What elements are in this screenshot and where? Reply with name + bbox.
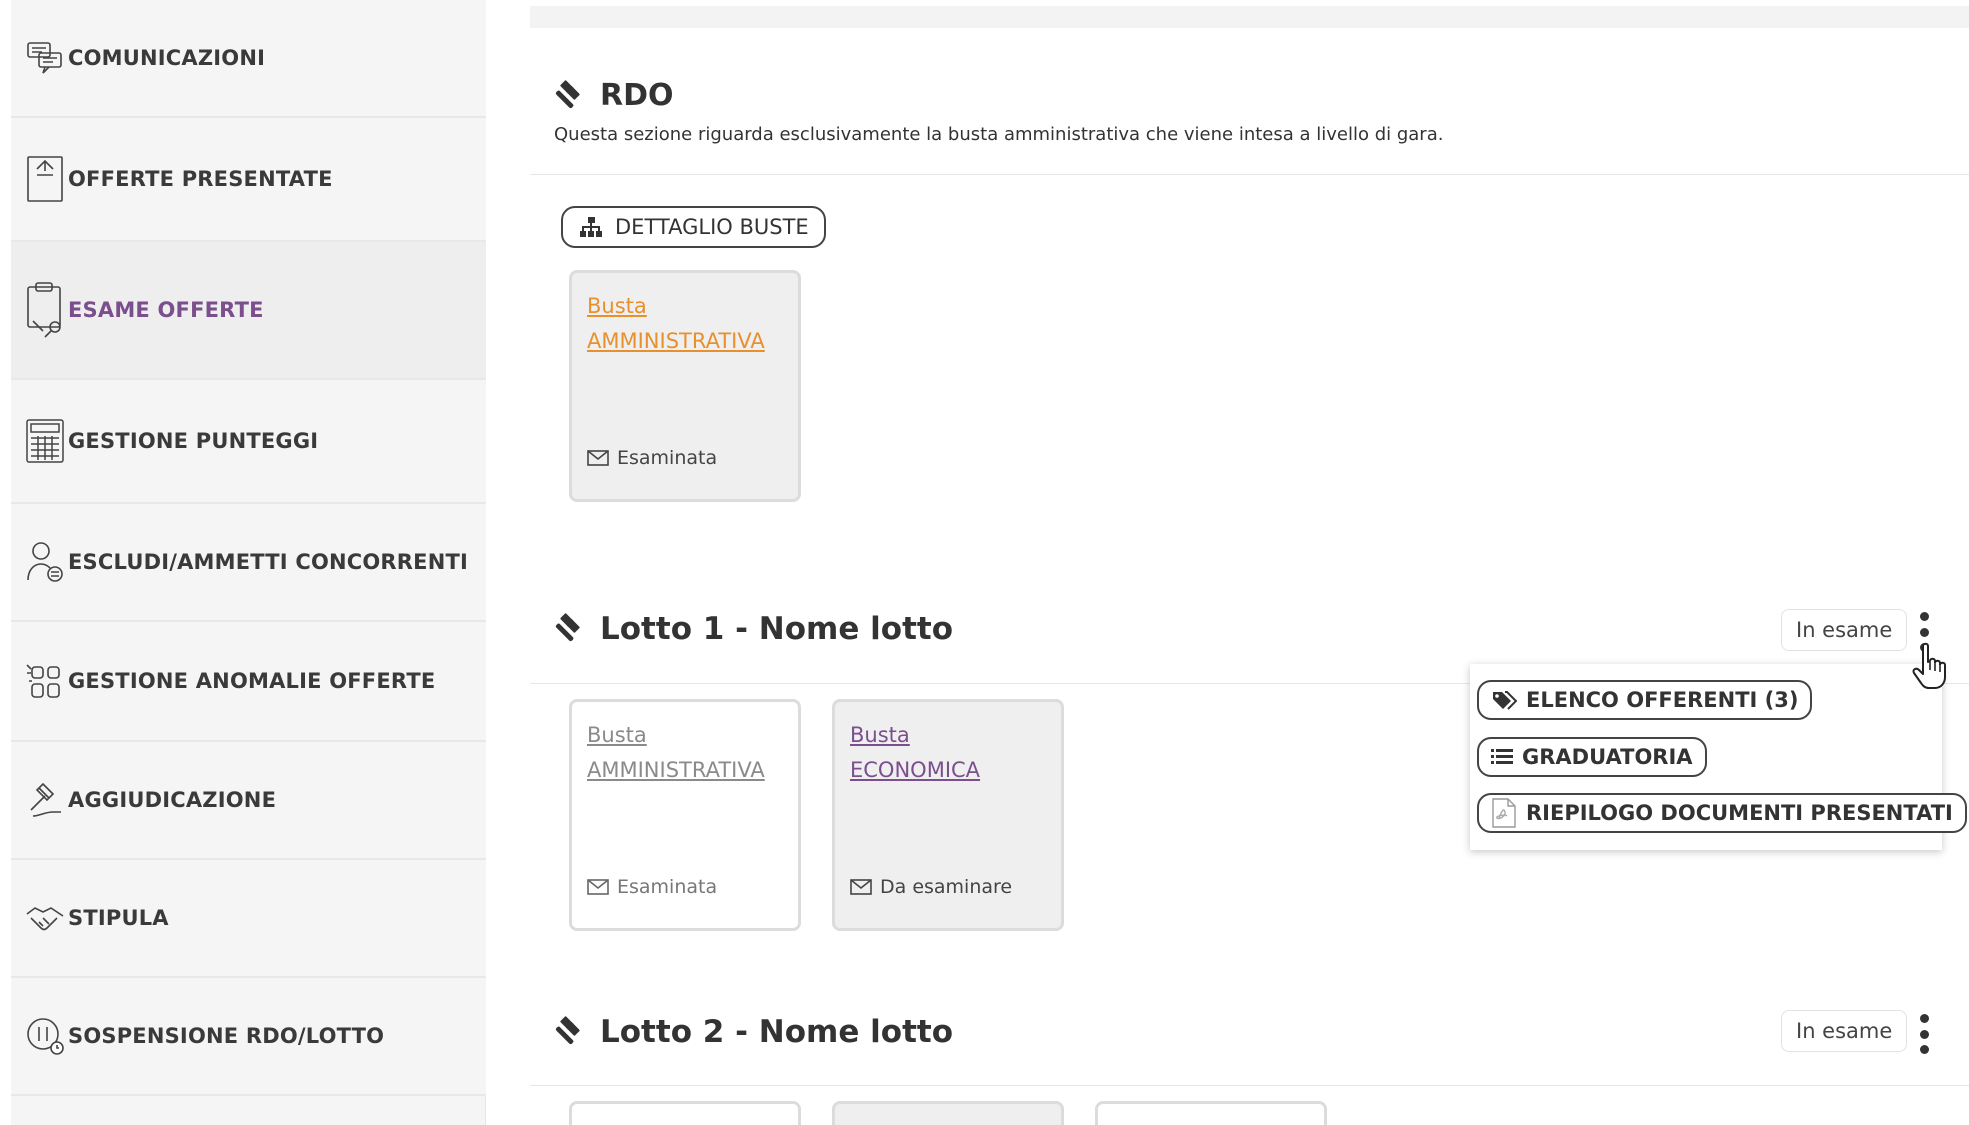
busta-status: Esaminata xyxy=(587,447,717,469)
gavel-icon xyxy=(555,1016,580,1045)
pause-clock-icon xyxy=(23,1014,67,1058)
sidebar-item-label: ESAME OFFERTE xyxy=(68,298,264,322)
divider xyxy=(530,174,1969,175)
calculator-icon xyxy=(23,419,67,463)
menu-item-label: GRADUATORIA xyxy=(1522,745,1693,769)
handshake-icon xyxy=(23,896,67,940)
sidebar-item-gestione-anomalie[interactable]: GESTIONE ANOMALIE OFFERTE xyxy=(11,622,486,742)
lotto2-card[interactable] xyxy=(832,1101,1064,1125)
main-content: RDO Questa sezione riguarda esclusivamen… xyxy=(530,0,1969,1125)
graduatoria-button[interactable]: GRADUATORIA xyxy=(1477,737,1707,777)
menu-item-label: ELENCO OFFERENTI (3) xyxy=(1526,688,1799,712)
dettaglio-buste-label: DETTAGLIO BUSTE xyxy=(615,215,809,239)
lotto2-kebab-menu-icon[interactable] xyxy=(1918,1014,1930,1054)
lotto1-actions-menu: ELENCO OFFERENTI (3) GRADUATORIA RIEPILO… xyxy=(1470,664,1967,850)
busta-status-text: Esaminata xyxy=(617,447,718,469)
busta-status: Esaminata xyxy=(587,876,717,898)
sidebar-item-gestione-punteggi[interactable]: GESTIONE PUNTEGGI xyxy=(11,380,486,504)
menu-item-label: RIEPILOGO DOCUMENTI PRESENTATI xyxy=(1526,801,1953,825)
busta-line2: AMMINISTRATIVA xyxy=(587,329,765,353)
lotto1-busta-amministrativa-card[interactable]: Busta AMMINISTRATIVA Esaminata xyxy=(569,699,801,931)
busta-line1: Busta xyxy=(587,294,647,318)
elenco-offerenti-button[interactable]: ELENCO OFFERENTI (3) xyxy=(1477,680,1813,720)
lotto2-title: Lotto 2 - Nome lotto xyxy=(600,1014,954,1050)
lotto2-card[interactable] xyxy=(1095,1101,1327,1125)
sidebar-item-label: OFFERTE PRESENTATE xyxy=(68,167,333,191)
sidebar-item-escludi-ammetti[interactable]: ESCLUDI/AMMETTI CONCORRENTI xyxy=(11,504,486,622)
lotto1-title: Lotto 1 - Nome lotto xyxy=(600,611,954,647)
lotto1-status-badge: In esame xyxy=(1781,609,1908,651)
sidebar-item-label: SOSPENSIONE RDO/LOTTO xyxy=(68,1024,385,1048)
sidebar-item-label: COMUNICAZIONI xyxy=(68,46,266,70)
sidebar-item-label: GESTIONE PUNTEGGI xyxy=(68,429,319,453)
busta-status-text: Da esaminare xyxy=(880,876,1013,898)
sidebar-item-label: ESCLUDI/AMMETTI CONCORRENTI xyxy=(68,550,469,574)
lotto2-header: Lotto 2 - Nome lotto xyxy=(552,1014,953,1050)
envelope-icon xyxy=(587,879,609,895)
pdf-file-icon xyxy=(1492,798,1516,828)
gavel-icon xyxy=(555,79,580,108)
rdo-description: Questa sezione riguarda esclusivamente l… xyxy=(554,124,1444,145)
document-stamp-icon xyxy=(23,156,67,202)
user-exclude-icon xyxy=(23,540,67,584)
tags-icon xyxy=(1493,691,1517,710)
busta-line1: Busta xyxy=(587,723,647,747)
riepilogo-documenti-button[interactable]: RIEPILOGO DOCUMENTI PRESENTATI xyxy=(1477,793,1967,833)
list-icon xyxy=(1491,749,1513,764)
lotto2-card[interactable] xyxy=(569,1101,801,1125)
chat-bubbles-icon xyxy=(23,36,67,80)
sidebar-item-stipula[interactable]: STIPULA xyxy=(11,860,486,978)
busta-status: Da esaminare xyxy=(850,876,1012,898)
busta-link[interactable]: Busta ECONOMICA xyxy=(850,718,980,788)
sidebar-item-label: AGGIUDICAZIONE xyxy=(68,788,277,812)
gavel-icon xyxy=(555,613,580,642)
gavel-hand-icon xyxy=(23,778,67,822)
busta-link[interactable]: Busta AMMINISTRATIVA xyxy=(587,718,765,788)
lotto2-status-badge: In esame xyxy=(1781,1010,1908,1052)
busta-link[interactable]: Busta AMMINISTRATIVA xyxy=(587,289,765,359)
anomaly-grid-icon xyxy=(23,659,67,703)
lotto1-busta-economica-card[interactable]: Busta ECONOMICA Da esaminare xyxy=(832,699,1064,931)
envelope-icon xyxy=(850,879,872,895)
busta-status-text: Esaminata xyxy=(617,876,718,898)
sidebar-item-offerte-presentate[interactable]: OFFERTE PRESENTATE xyxy=(11,118,486,242)
top-bar xyxy=(530,6,1969,28)
sidebar-item-label: GESTIONE ANOMALIE OFFERTE xyxy=(68,669,436,693)
divider xyxy=(530,1085,1969,1086)
sidebar-item-comunicazioni[interactable]: COMUNICAZIONI xyxy=(11,0,486,118)
lotto1-header: Lotto 1 - Nome lotto xyxy=(552,611,953,647)
rdo-header: RDO xyxy=(552,78,674,113)
busta-line2: AMMINISTRATIVA xyxy=(587,758,765,782)
sidebar: COMUNICAZIONI OFFERTE PRESENTATE ESAME O… xyxy=(11,0,486,1125)
sidebar-item-label: STIPULA xyxy=(68,906,169,930)
dettaglio-buste-button[interactable]: DETTAGLIO BUSTE xyxy=(561,206,826,248)
envelope-icon xyxy=(587,450,609,466)
rdo-title: RDO xyxy=(600,78,674,113)
sidebar-item-esame-offerte[interactable]: ESAME OFFERTE xyxy=(11,242,486,380)
sidebar-item-aggiudicazione[interactable]: AGGIUDICAZIONE xyxy=(11,742,486,860)
busta-line1: Busta xyxy=(850,723,910,747)
clipboard-magnifier-icon xyxy=(23,282,67,338)
rdo-busta-amministrativa-card[interactable]: Busta AMMINISTRATIVA Esaminata xyxy=(569,270,801,502)
hand-cursor-icon xyxy=(1912,642,1946,689)
busta-line2: ECONOMICA xyxy=(850,758,981,782)
hierarchy-icon xyxy=(580,217,602,237)
sidebar-item-sospensione[interactable]: SOSPENSIONE RDO/LOTTO xyxy=(11,978,486,1096)
